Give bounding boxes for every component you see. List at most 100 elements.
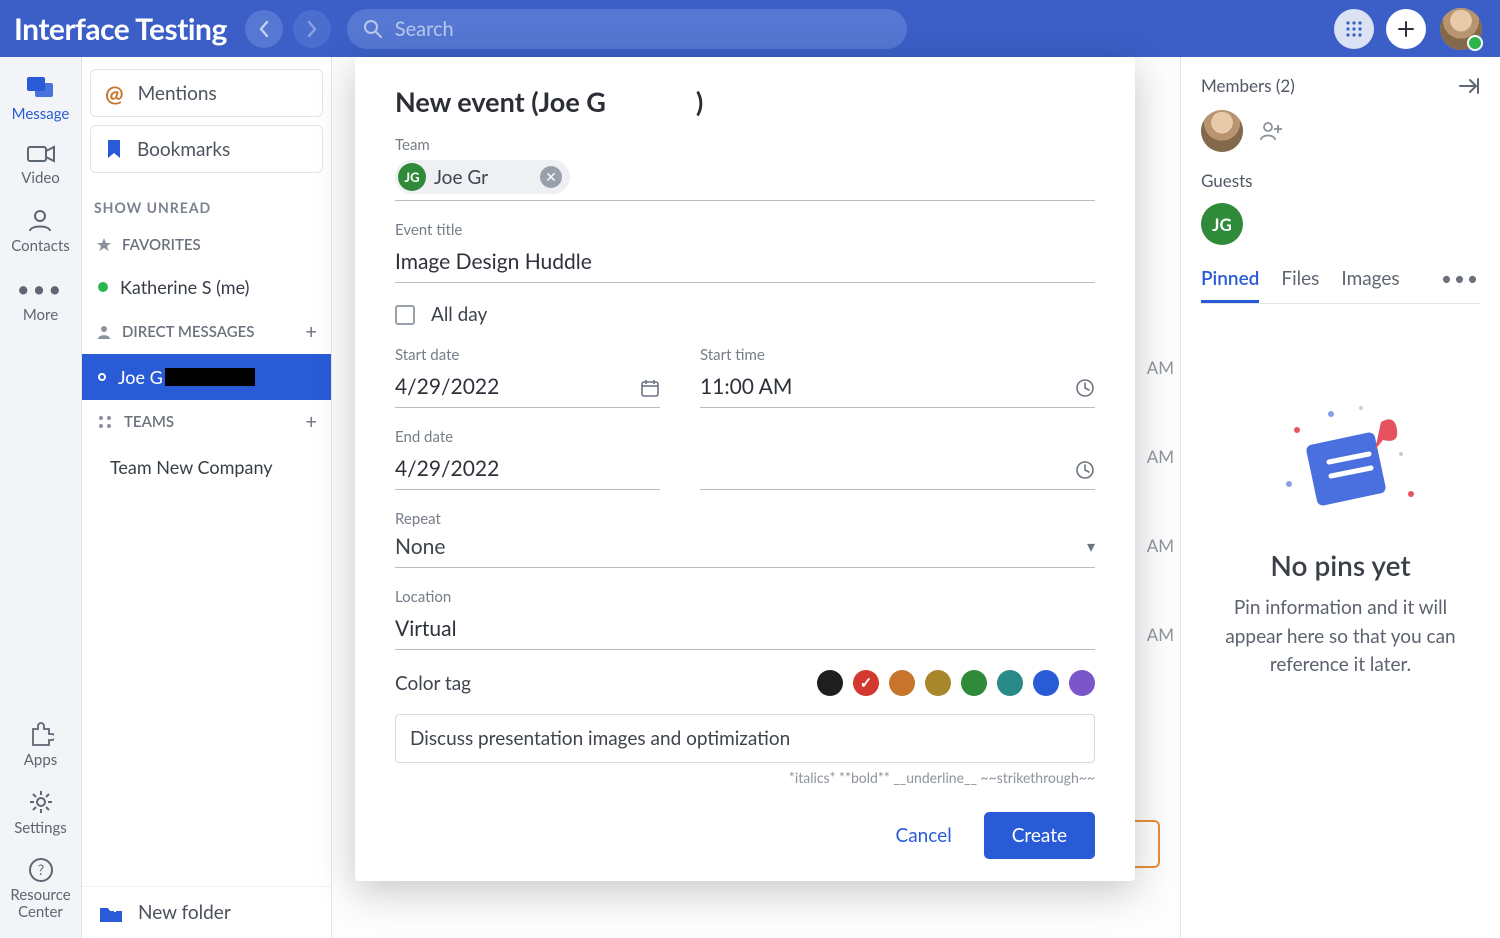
plus-icon <box>1397 20 1415 38</box>
add-team-button[interactable]: + <box>305 410 317 434</box>
start-date-input[interactable] <box>395 370 660 408</box>
profile-avatar[interactable] <box>1440 8 1482 50</box>
conversation-panel: @ Mentions Bookmarks SHOW UNREAD FAVORIT… <box>82 57 332 938</box>
pin-illustration-icon <box>1261 394 1421 524</box>
member-avatar[interactable] <box>1201 110 1243 152</box>
repeat-select[interactable]: None ▾ <box>395 534 1095 568</box>
add-member-button[interactable] <box>1259 119 1283 143</box>
person-icon <box>96 324 112 340</box>
remove-team-chip-button[interactable]: ✕ <box>540 166 562 188</box>
show-unread-toggle[interactable]: SHOW UNREAD <box>82 181 331 226</box>
tab-files[interactable]: Files <box>1281 267 1319 303</box>
color-swatch[interactable] <box>925 670 951 696</box>
chevron-right-icon <box>306 20 318 38</box>
mentions-button[interactable]: @ Mentions <box>90 69 323 117</box>
cancel-button[interactable]: Cancel <box>890 814 958 857</box>
gear-icon <box>28 789 54 815</box>
color-swatch[interactable] <box>853 670 879 696</box>
redacted-name <box>165 368 255 386</box>
clock-icon[interactable] <box>1075 460 1095 480</box>
color-swatch[interactable] <box>997 670 1023 696</box>
start-date-label: Start date <box>395 346 660 364</box>
app-title: Interface Testing <box>14 11 227 47</box>
teams-header[interactable]: TEAMS + <box>82 400 331 444</box>
pinned-empty-state: No pins yet Pin information and it will … <box>1201 304 1480 680</box>
calendar-icon[interactable] <box>640 378 660 398</box>
folder-plus-icon <box>98 902 124 924</box>
message-icon <box>25 75 55 101</box>
collapse-panel-button[interactable] <box>1458 77 1480 95</box>
dm-item-joe[interactable]: Joe G <box>82 354 331 400</box>
location-label: Location <box>395 588 1095 606</box>
chevron-left-icon <box>258 20 270 38</box>
help-icon: ? <box>28 857 54 883</box>
rail-more[interactable]: ••• More <box>17 275 64 324</box>
rail-apps[interactable]: Apps <box>24 721 57 769</box>
at-icon: @ <box>105 80 124 107</box>
nav-rail: Message Video Contacts ••• More Apps Set… <box>0 57 82 938</box>
team-item[interactable]: Team New Company <box>82 444 331 490</box>
presence-dot-icon <box>98 282 108 292</box>
start-time-label: Start time <box>700 346 1095 364</box>
team-field-label: Team <box>395 136 1095 154</box>
favorites-header[interactable]: FAVORITES <box>82 226 331 264</box>
team-chip-name: Joe Gr <box>434 166 488 189</box>
color-swatch[interactable] <box>1033 670 1059 696</box>
color-swatch[interactable] <box>961 670 987 696</box>
background-time-markers: AM AM AM AM <box>1147 357 1174 645</box>
end-time-input[interactable] <box>700 452 1095 490</box>
clock-icon[interactable] <box>1075 378 1095 398</box>
event-title-label: Event title <box>395 221 1095 239</box>
svg-text:?: ? <box>37 861 43 878</box>
color-tag-label: Color tag <box>395 672 471 695</box>
presence-dot-icon <box>98 373 106 381</box>
rail-message[interactable]: Message <box>12 75 70 123</box>
dialpad-button[interactable] <box>1334 9 1374 49</box>
favorite-item-me[interactable]: Katherine S (me) <box>82 264 331 310</box>
new-folder-button[interactable]: New folder <box>82 886 331 938</box>
add-dm-button[interactable]: + <box>305 320 317 344</box>
end-date-input[interactable] <box>395 452 660 490</box>
person-add-icon <box>1259 119 1283 143</box>
guest-avatar[interactable]: JG <box>1201 203 1243 245</box>
nav-back-button[interactable] <box>245 10 283 48</box>
bookmarks-button[interactable]: Bookmarks <box>90 125 323 173</box>
color-swatch[interactable] <box>1069 670 1095 696</box>
format-hint: *italics* **bold** __underline__ ~~strik… <box>395 769 1095 786</box>
all-day-label: All day <box>431 303 487 326</box>
team-icon <box>96 413 114 431</box>
tabs-more-button[interactable]: ••• <box>1441 267 1480 303</box>
collapse-icon <box>1458 77 1480 95</box>
top-bar: Interface Testing Search <box>0 0 1500 57</box>
members-label: Members (2) <box>1201 75 1295 96</box>
event-title-input[interactable] <box>395 245 1095 283</box>
dm-header[interactable]: DIRECT MESSAGES + <box>82 310 331 354</box>
create-button[interactable]: Create <box>984 812 1095 859</box>
tab-pinned[interactable]: Pinned <box>1201 267 1259 303</box>
team-chip: JG Joe Gr ✕ <box>395 160 570 194</box>
search-placeholder: Search <box>395 17 454 41</box>
description-input[interactable]: Discuss presentation images and optimiza… <box>395 714 1095 763</box>
global-search[interactable]: Search <box>347 9 907 49</box>
start-time-input[interactable] <box>700 370 1095 408</box>
nav-forward-button[interactable] <box>293 10 331 48</box>
new-button[interactable] <box>1386 9 1426 49</box>
rail-video[interactable]: Video <box>21 143 60 187</box>
caret-down-icon: ▾ <box>1087 537 1095 556</box>
dialpad-icon <box>1345 20 1363 38</box>
tab-images[interactable]: Images <box>1341 267 1399 303</box>
color-swatch[interactable] <box>889 670 915 696</box>
team-chip-avatar: JG <box>398 163 426 191</box>
color-swatch[interactable] <box>817 670 843 696</box>
rail-settings[interactable]: Settings <box>14 789 67 837</box>
search-icon <box>363 19 383 39</box>
team-field[interactable]: JG Joe Gr ✕ <box>395 160 1095 201</box>
all-day-checkbox[interactable] <box>395 305 415 325</box>
rail-resource-center[interactable]: ? Resource Center <box>0 857 81 920</box>
guests-label: Guests <box>1201 170 1480 191</box>
puzzle-icon <box>28 721 54 747</box>
rail-contacts[interactable]: Contacts <box>11 207 70 255</box>
repeat-label: Repeat <box>395 510 1095 528</box>
color-swatches <box>817 670 1095 696</box>
location-input[interactable] <box>395 612 1095 650</box>
